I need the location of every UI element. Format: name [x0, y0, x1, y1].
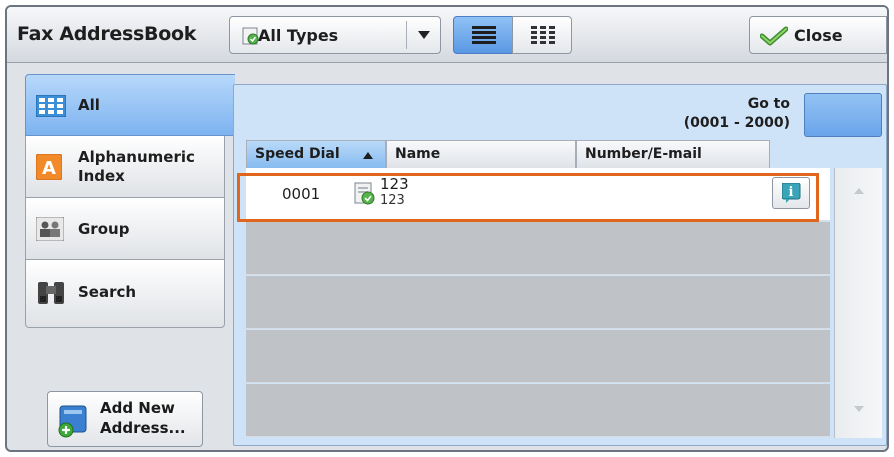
address-list-panel: Go to (0001 - 2000) Speed Dial Name Numb…	[233, 84, 887, 446]
goto-label: Go to (0001 - 2000)	[684, 95, 790, 133]
scroll-down-icon[interactable]	[854, 406, 864, 412]
chevron-down-icon	[418, 31, 430, 39]
close-button[interactable]: Close	[749, 16, 887, 54]
sidebar-item-search[interactable]: Search	[25, 260, 225, 328]
type-filter-dropdown[interactable]: All Types	[229, 16, 441, 54]
svg-text:A: A	[42, 158, 56, 179]
sidebar-item-label: All	[78, 96, 100, 114]
close-label: Close	[794, 26, 843, 45]
sidebar-item-label-line1: Alphanumeric	[78, 148, 195, 166]
column-header-label: Name	[395, 146, 441, 162]
sidebar-item-label: Search	[78, 283, 137, 301]
column-header-speed-dial[interactable]: Speed Dial	[246, 140, 386, 168]
dropdown-divider	[406, 21, 407, 49]
sidebar-item-label-line2: Index	[78, 167, 125, 185]
list-view-button[interactable]	[453, 16, 513, 54]
table-row-empty	[246, 330, 830, 383]
scroll-up-icon[interactable]	[854, 188, 864, 194]
column-header-label: Speed Dial	[255, 146, 340, 162]
type-filter-label: All Types	[258, 26, 339, 45]
column-header-name[interactable]: Name	[386, 140, 576, 168]
table-row-empty	[246, 222, 830, 275]
alphanumeric-a-icon: A	[36, 154, 62, 180]
sidebar-item-alphanumeric-index[interactable]: A Alphanumeric Index	[25, 136, 225, 198]
scrollbar[interactable]	[834, 168, 882, 438]
add-button-label-line1: Add New	[100, 399, 175, 417]
all-grid-icon	[36, 95, 66, 117]
goto-label-text: Go to	[747, 96, 790, 112]
grid-view-icon	[531, 26, 555, 44]
binoculars-icon	[38, 282, 64, 304]
fax-addressbook-window: Fax AddressBook All Types Close All A Al…	[5, 5, 889, 452]
header-bar: Fax AddressBook All Types Close	[7, 7, 887, 63]
list-view-icon	[472, 26, 496, 44]
column-header-number-email[interactable]: Number/E-mail	[576, 140, 770, 168]
sidebar-item-all[interactable]: All	[25, 74, 235, 136]
sidebar-item-group[interactable]: Group	[25, 198, 225, 260]
column-header-label: Number/E-mail	[585, 146, 702, 162]
page-title: Fax AddressBook	[17, 23, 197, 45]
selected-row-highlight	[237, 173, 819, 222]
add-new-address-button[interactable]: Add New Address...	[47, 391, 203, 447]
table-row-empty	[246, 276, 830, 329]
goto-input[interactable]	[804, 93, 882, 137]
add-button-label-line2: Address...	[100, 419, 186, 437]
sort-ascending-icon	[363, 152, 373, 159]
sidebar: All A Alphanumeric Index Group Search	[25, 74, 235, 330]
add-address-book-icon	[58, 405, 87, 438]
checkmark-icon	[760, 26, 788, 46]
table-row-empty	[246, 384, 830, 437]
grid-view-button[interactable]	[512, 16, 572, 54]
sidebar-item-label: Group	[78, 220, 130, 238]
group-icon	[36, 217, 64, 241]
goto-range: (0001 - 2000)	[683, 115, 790, 131]
